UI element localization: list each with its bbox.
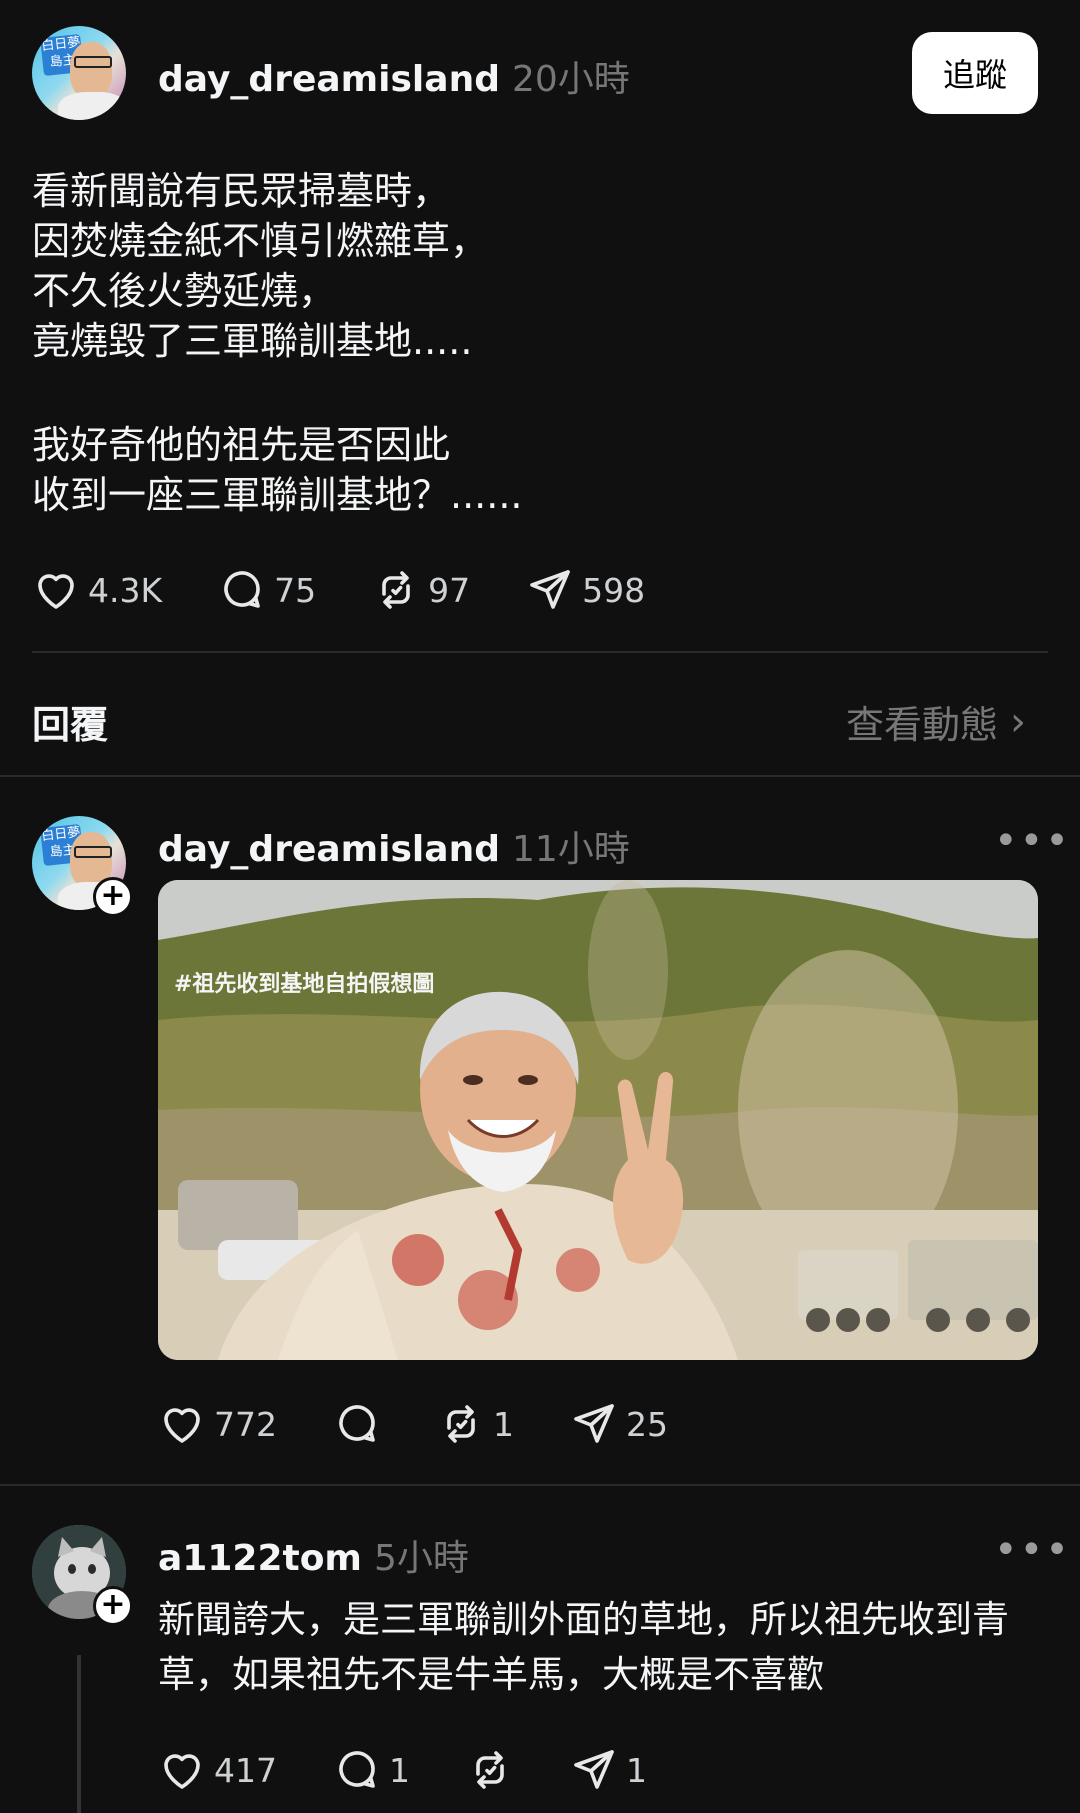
comment-count: 1 (389, 1750, 410, 1790)
repost-button[interactable] (466, 1746, 514, 1794)
like-button[interactable]: 417 (158, 1746, 277, 1794)
repost-button[interactable]: 1 (437, 1400, 514, 1448)
follow-plus-button[interactable]: + (93, 877, 133, 917)
comment-bubble-icon (339, 1405, 375, 1442)
more-dots-icon[interactable]: ••• (994, 818, 1071, 864)
repost-count: 97 (428, 570, 471, 610)
heart-icon (38, 574, 74, 609)
reply1-header: day_dreamisland 11小時 (158, 820, 630, 872)
reply2-text: 新聞誇大，是三軍聯訓外面的草地，所以祖先收到青草，如果祖先不是牛羊馬，大概是不喜… (158, 1598, 1009, 1696)
like-button[interactable]: 772 (158, 1400, 277, 1448)
reply1-time: 11小時 (511, 829, 630, 870)
heart-icon (164, 1754, 200, 1789)
send-icon (530, 570, 570, 609)
share-button[interactable]: 598 (526, 566, 645, 614)
main-post-username[interactable]: day_dreamisland (158, 59, 500, 100)
like-count: 4.3K (88, 570, 163, 610)
repost-icon (476, 1751, 504, 1789)
like-button[interactable]: 4.3K (32, 566, 162, 614)
repost-count: 1 (493, 1404, 514, 1444)
view-activity-label: 查看動態 (846, 703, 999, 747)
avatar-glasses (74, 56, 112, 68)
image-caption: #祖先收到基地自拍假想圖 (174, 971, 435, 997)
reply2-header: a1122tom 5小時 (158, 1529, 469, 1581)
main-post-actions: 4.3K 75 97 598 (32, 566, 701, 614)
send-icon (574, 1750, 614, 1789)
reply1-image[interactable]: #祖先收到基地自拍假想圖 (158, 880, 1038, 1360)
avatar-shirt (58, 92, 126, 120)
like-count: 417 (214, 1750, 277, 1790)
view-activity-link[interactable]: 查看動態 › (846, 694, 1026, 749)
comment-bubble-icon (224, 571, 260, 608)
follow-plus-button[interactable]: + (93, 1586, 133, 1626)
replies-tab[interactable]: 回覆 (32, 694, 108, 749)
heart-icon (164, 1408, 200, 1443)
photo-scene (158, 880, 1038, 1360)
main-post-paragraph-2: 我好奇他的祖先是否因此 收到一座三軍聯訓基地？...... (32, 423, 523, 517)
comment-count: 75 (274, 570, 317, 610)
reply1-actions: 772 1 25 (158, 1400, 724, 1448)
main-post-header: day_dreamisland 20小時 (158, 50, 630, 102)
reply1-divider (0, 1484, 1080, 1486)
comment-button[interactable] (333, 1400, 381, 1448)
main-post-time: 20小時 (511, 59, 630, 100)
main-post-avatar[interactable]: 白日夢 島主 (32, 26, 126, 120)
main-post-divider (32, 651, 1048, 653)
send-icon (574, 1404, 614, 1443)
comment-button[interactable]: 1 (333, 1746, 410, 1794)
chevron-right-icon: › (1010, 698, 1027, 745)
comment-button[interactable]: 75 (218, 566, 316, 614)
share-count: 598 (582, 570, 646, 610)
share-count: 1 (626, 1750, 647, 1790)
reply2-username[interactable]: a1122tom (158, 1538, 362, 1579)
reply1-username[interactable]: day_dreamisland (158, 829, 500, 870)
reply2-time: 5小時 (373, 1538, 469, 1579)
follow-button[interactable]: 追蹤 (912, 32, 1038, 114)
share-button[interactable]: 1 (570, 1746, 647, 1794)
share-button[interactable]: 25 (570, 1400, 668, 1448)
repost-icon (447, 1405, 475, 1443)
avatar-glasses (74, 846, 112, 858)
replies-header-divider (0, 775, 1080, 777)
repost-icon (382, 571, 410, 609)
thread-line (77, 1655, 81, 1813)
comment-bubble-icon (339, 1751, 375, 1788)
main-post-paragraph-1: 看新聞說有民眾掃墓時， 因焚燒金紙不慎引燃雜草， 不久後火勢延燒， 竟燒毀了三軍… (32, 169, 489, 363)
share-count: 25 (626, 1404, 668, 1444)
more-dots-icon[interactable]: ••• (994, 1527, 1071, 1573)
like-count: 772 (214, 1404, 277, 1444)
repost-button[interactable]: 97 (372, 566, 470, 614)
reply2-actions: 417 1 1 (158, 1746, 703, 1794)
avatar-face (70, 42, 112, 98)
